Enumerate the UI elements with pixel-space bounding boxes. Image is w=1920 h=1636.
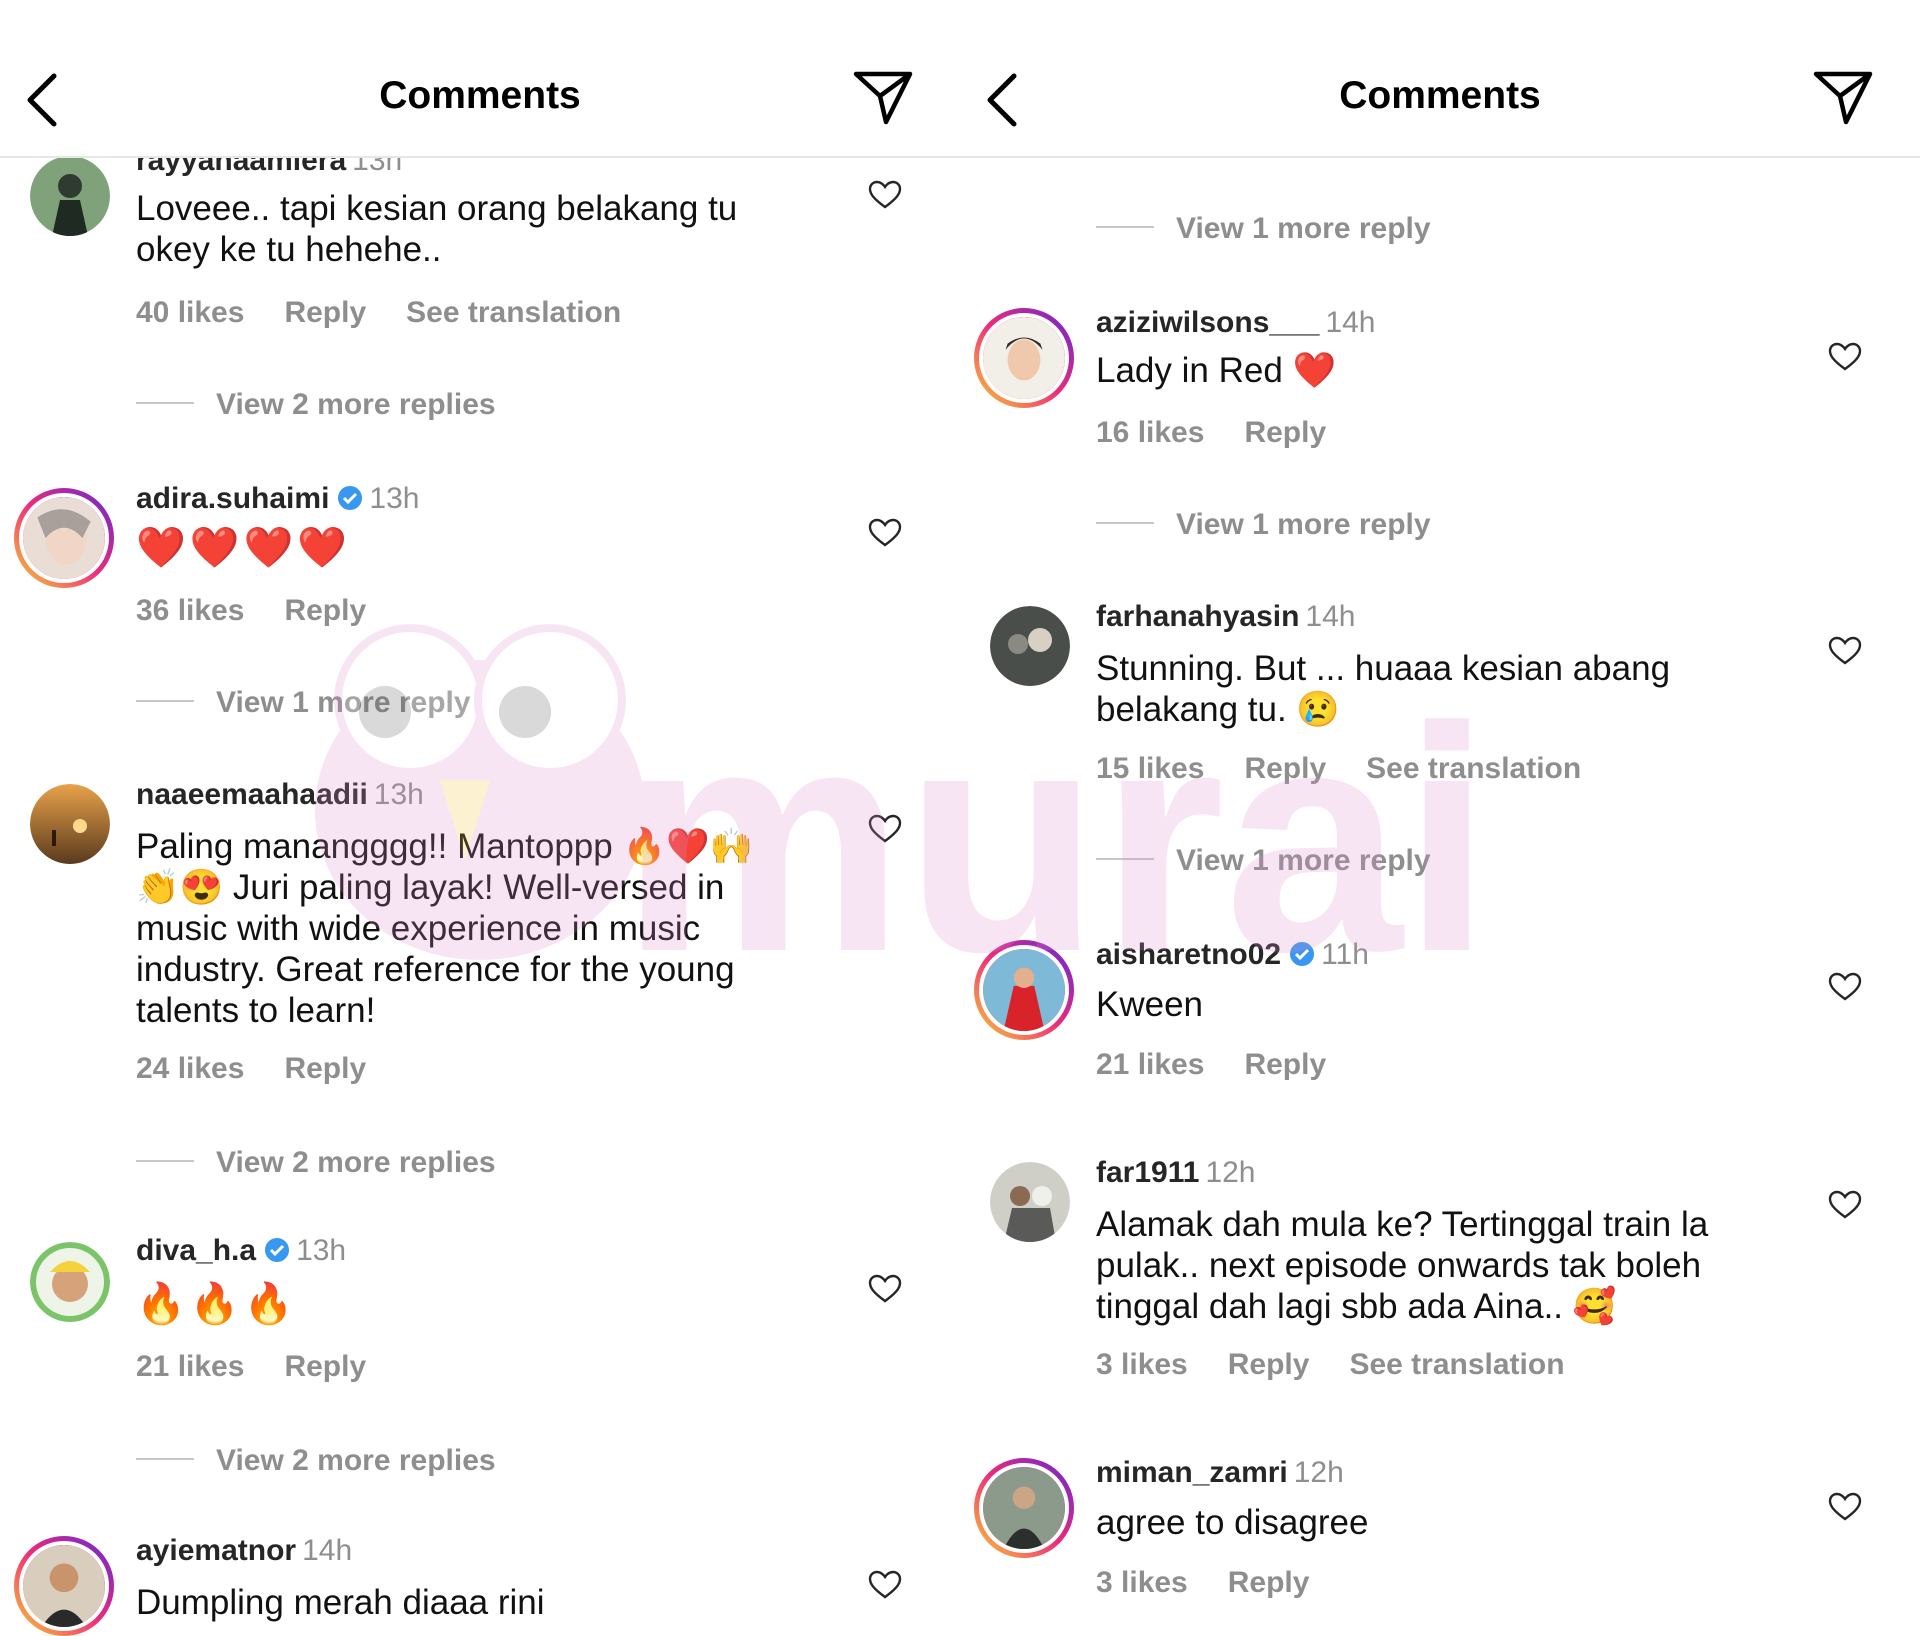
avatar[interactable] <box>14 488 114 588</box>
comment-actions: 40 likes Reply See translation <box>136 296 661 330</box>
verified-badge-icon <box>338 486 363 510</box>
comment-text: Loveee.. tapi kesian orang belakang tu o… <box>136 189 738 269</box>
comment-username[interactable]: naaeemaahaadii <box>136 778 368 811</box>
comment-text: 🔥🔥🔥 <box>136 1281 298 1327</box>
heart-outline-icon[interactable] <box>1828 1190 1862 1220</box>
comment-username[interactable]: far1911 <box>1096 1156 1199 1189</box>
comment-actions: 21 likes Reply <box>1096 1048 1366 1082</box>
page-title: Comments <box>1339 74 1541 117</box>
comment-time: 11h <box>1321 938 1369 971</box>
reply-button[interactable]: Reply <box>284 1052 366 1085</box>
comment-text: Paling manangggg!! Mantoppp 🔥❤️🙌👏😍 Juri … <box>136 827 754 1030</box>
view-more-replies[interactable]: View 1 more reply <box>1096 844 1431 884</box>
avatar[interactable] <box>30 784 110 864</box>
avatar[interactable] <box>974 1458 1074 1558</box>
reply-button[interactable]: Reply <box>284 296 366 329</box>
header: Comments <box>0 0 960 158</box>
comment-username[interactable]: diva_h.a <box>136 1234 256 1267</box>
reply-button[interactable]: Reply <box>1244 1048 1326 1081</box>
comment-time: 13h <box>369 482 420 515</box>
heart-outline-icon[interactable] <box>868 1570 902 1600</box>
avatar[interactable] <box>974 308 1074 408</box>
right-comments-panel: View 1 more reply aziziwilsons___ 14h Lad… <box>960 0 1920 1636</box>
comment-username[interactable]: miman_zamri <box>1096 1456 1288 1489</box>
heart-outline-icon[interactable] <box>1828 636 1862 666</box>
view-more-replies[interactable]: View 1 more reply <box>1096 508 1431 548</box>
reply-button[interactable]: Reply <box>284 1350 366 1383</box>
comment-username[interactable]: ayiematnor <box>136 1534 296 1567</box>
comment-actions: 15 likes Reply See translation <box>1096 752 1621 786</box>
like-count[interactable]: 16 likes <box>1096 416 1204 449</box>
comment-time: 14h <box>302 1534 353 1567</box>
verified-badge-icon <box>1290 942 1315 966</box>
reply-button[interactable]: Reply <box>284 594 366 627</box>
header: Comments <box>960 0 1920 158</box>
reply-button[interactable]: Reply <box>1228 1566 1310 1599</box>
comment-text: Kween <box>1096 985 1204 1024</box>
heart-outline-icon[interactable] <box>868 1274 902 1304</box>
like-count[interactable]: 15 likes <box>1096 752 1204 785</box>
reply-button[interactable]: Reply <box>1228 1348 1310 1381</box>
avatar[interactable] <box>30 156 110 236</box>
comment-time: 14h <box>1305 600 1356 633</box>
comment-username[interactable]: aziziwilsons___ <box>1096 306 1319 339</box>
like-count[interactable]: 3 likes <box>1096 1348 1188 1381</box>
paper-plane-icon[interactable] <box>1812 68 1874 126</box>
verified-badge-icon <box>265 1238 290 1262</box>
comment-text: Stunning. But ... huaaa kesian abang bel… <box>1096 649 1671 729</box>
comment-text: ❤️❤️❤️❤️ <box>136 525 352 571</box>
comment-text: agree to disagree <box>1096 1503 1369 1542</box>
see-translation-button[interactable]: See translation <box>406 296 621 329</box>
comment-time: 14h <box>1325 306 1376 339</box>
heart-outline-icon[interactable] <box>1828 1492 1862 1522</box>
heart-outline-icon[interactable] <box>868 814 902 844</box>
comment-time: 13h <box>373 778 424 811</box>
comment-actions: 21 likes Reply <box>136 1350 406 1384</box>
page-title: Comments <box>379 74 581 117</box>
avatar[interactable] <box>14 1536 114 1636</box>
reply-button[interactable]: Reply <box>1244 752 1326 785</box>
left-comments-panel: rayyanaamiera 13h Loveee.. tapi kesian or… <box>0 0 960 1636</box>
avatar[interactable] <box>30 1242 110 1322</box>
heart-outline-icon[interactable] <box>868 518 902 548</box>
comment-username[interactable]: farhanahyasin <box>1096 600 1299 633</box>
comment-text: Alamak dah mula ke? Tertinggal train la … <box>1096 1205 1709 1326</box>
like-count[interactable]: 40 likes <box>136 296 244 329</box>
view-more-replies[interactable]: View 2 more replies <box>136 388 496 428</box>
like-count[interactable]: 24 likes <box>136 1052 244 1085</box>
comment-actions: 3 likes Reply See translation <box>1096 1348 1605 1382</box>
view-more-replies[interactable]: View 1 more reply <box>136 686 471 726</box>
view-more-replies[interactable]: View 1 more reply <box>1096 212 1431 252</box>
see-translation-button[interactable]: See translation <box>1366 752 1581 785</box>
view-more-replies[interactable]: View 2 more replies <box>136 1146 496 1186</box>
view-more-replies[interactable]: View 2 more replies <box>136 1444 496 1484</box>
comment-actions: 36 likes Reply <box>136 594 406 628</box>
comment-time: 12h <box>1293 1456 1344 1489</box>
like-count[interactable]: 21 likes <box>136 1350 244 1383</box>
see-translation-button[interactable]: See translation <box>1349 1348 1564 1381</box>
avatar[interactable] <box>990 1162 1070 1242</box>
like-count[interactable]: 21 likes <box>1096 1048 1204 1081</box>
comment-text: Dumpling merah diaaa rini <box>136 1583 545 1622</box>
comment-username[interactable]: adira.suhaimi <box>136 482 329 515</box>
avatar[interactable] <box>990 606 1070 686</box>
comment-time: 12h <box>1205 1156 1256 1189</box>
comment-actions: 16 likes Reply <box>1096 416 1366 450</box>
paper-plane-icon[interactable] <box>852 68 914 126</box>
heart-outline-icon[interactable] <box>868 180 902 210</box>
comment-time: 13h <box>296 1234 347 1267</box>
comment-text: Lady in Red ❤️ <box>1096 351 1337 390</box>
comment-actions: 24 likes Reply <box>136 1052 406 1086</box>
heart-outline-icon[interactable] <box>1828 342 1862 372</box>
like-count[interactable]: 36 likes <box>136 594 244 627</box>
reply-button[interactable]: Reply <box>1244 416 1326 449</box>
heart-outline-icon[interactable] <box>1828 972 1862 1002</box>
like-count[interactable]: 3 likes <box>1096 1566 1188 1599</box>
avatar[interactable] <box>974 940 1074 1040</box>
comment-actions: 3 likes Reply <box>1096 1566 1349 1600</box>
comment-username[interactable]: aisharetno02 <box>1096 938 1281 971</box>
